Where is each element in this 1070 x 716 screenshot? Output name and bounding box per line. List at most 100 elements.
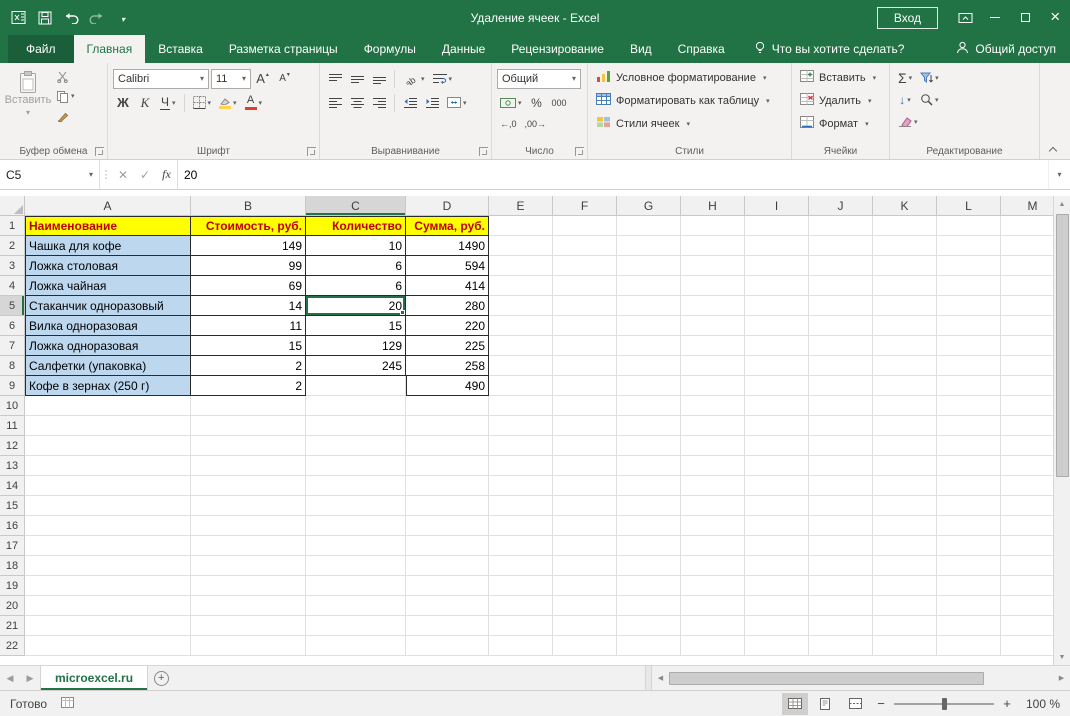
cell-G9[interactable] [617,376,681,396]
cell-G16[interactable] [617,516,681,536]
cell-L10[interactable] [937,396,1001,416]
cell-A20[interactable] [25,596,191,616]
cell-F6[interactable] [553,316,617,336]
collapse-ribbon-icon[interactable] [1046,143,1060,155]
sheet-nav-right-icon[interactable] [20,666,40,690]
vscroll-down-arrow-icon[interactable] [1054,649,1070,665]
cell-F1[interactable] [553,216,617,236]
cell-K15[interactable] [873,496,937,516]
row-header-12[interactable]: 12 [0,436,25,456]
vscroll-thumb[interactable] [1056,214,1069,477]
cell-I1[interactable] [745,216,809,236]
row-header-20[interactable]: 20 [0,596,25,616]
cell-A3[interactable]: Ложка столовая [25,256,191,276]
column-header-K[interactable]: K [873,196,937,216]
hscroll-right-arrow-icon[interactable] [1053,674,1070,682]
cell-L11[interactable] [937,416,1001,436]
cell-M5[interactable] [1001,296,1053,316]
cell-F15[interactable] [553,496,617,516]
cell-G7[interactable] [617,336,681,356]
cell-D11[interactable] [406,416,489,436]
cell-H15[interactable] [681,496,745,516]
cell-H4[interactable] [681,276,745,296]
cell-L22[interactable] [937,636,1001,656]
view-page-layout-icon[interactable] [812,693,838,715]
row-header-21[interactable]: 21 [0,616,25,636]
wrap-text-button[interactable] [430,68,456,89]
cell-J9[interactable] [809,376,873,396]
sort-filter-button[interactable] [917,67,942,88]
cell-M13[interactable] [1001,456,1053,476]
cell-K4[interactable] [873,276,937,296]
cell-F14[interactable] [553,476,617,496]
cell-K16[interactable] [873,516,937,536]
tab-6-Рецензирование[interactable]: Рецензирование [498,35,617,63]
clear-button[interactable] [895,111,921,132]
cell-D10[interactable] [406,396,489,416]
cell-A18[interactable] [25,556,191,576]
row-header-19[interactable]: 19 [0,576,25,596]
cell-L16[interactable] [937,516,1001,536]
column-header-C[interactable]: C [306,196,406,216]
cell-I8[interactable] [745,356,809,376]
row-header-3[interactable]: 3 [0,256,25,276]
tab-0-Файл[interactable]: Файл [8,35,74,63]
copy-icon[interactable] [53,86,78,106]
align-top-icon[interactable] [325,68,345,89]
cell-L7[interactable] [937,336,1001,356]
cell-F9[interactable] [553,376,617,396]
redo-icon[interactable] [84,5,110,31]
row-header-17[interactable]: 17 [0,536,25,556]
cell-I7[interactable] [745,336,809,356]
cell-G10[interactable] [617,396,681,416]
close-button[interactable] [1040,0,1070,35]
font-size-select[interactable]: 11 [211,69,251,89]
cell-B19[interactable] [191,576,306,596]
cell-J3[interactable] [809,256,873,276]
cell-K17[interactable] [873,536,937,556]
orientation-button[interactable]: ab [400,68,428,89]
cell-M14[interactable] [1001,476,1053,496]
formula-bar-expand-icon[interactable]: ▾ [1048,160,1070,189]
zoom-slider[interactable] [894,696,994,712]
cell-E2[interactable] [489,236,553,256]
align-right-icon[interactable] [369,92,389,113]
cell-B14[interactable] [191,476,306,496]
cell-B5[interactable]: 14 [191,296,306,316]
cell-I5[interactable] [745,296,809,316]
cell-B15[interactable] [191,496,306,516]
cell-D19[interactable] [406,576,489,596]
cell-I10[interactable] [745,396,809,416]
cell-A4[interactable]: Ложка чайная [25,276,191,296]
cell-H1[interactable] [681,216,745,236]
row-header-2[interactable]: 2 [0,236,25,256]
cell-M2[interactable] [1001,236,1053,256]
align-center-icon[interactable] [347,92,367,113]
cell-L3[interactable] [937,256,1001,276]
cell-M21[interactable] [1001,616,1053,636]
cell-C19[interactable] [306,576,406,596]
cell-D2[interactable]: 1490 [406,236,489,256]
cell-G5[interactable] [617,296,681,316]
cell-I14[interactable] [745,476,809,496]
cell-E1[interactable] [489,216,553,236]
cell-C14[interactable] [306,476,406,496]
zoom-in-icon[interactable] [998,696,1016,711]
tab-5-Данные[interactable]: Данные [429,35,498,63]
row-header-11[interactable]: 11 [0,416,25,436]
row-header-6[interactable]: 6 [0,316,25,336]
cell-J5[interactable] [809,296,873,316]
fill-color-button[interactable] [216,92,240,113]
row-header-22[interactable]: 22 [0,636,25,656]
cell-E6[interactable] [489,316,553,336]
cell-L1[interactable] [937,216,1001,236]
cell-I6[interactable] [745,316,809,336]
row-header-14[interactable]: 14 [0,476,25,496]
save-icon[interactable] [32,5,58,31]
cell-B9[interactable]: 2 [191,376,306,396]
cell-A10[interactable] [25,396,191,416]
tab-3-Разметка страницы[interactable]: Разметка страницы [216,35,351,63]
cell-G1[interactable] [617,216,681,236]
cell-B7[interactable]: 15 [191,336,306,356]
cell-F20[interactable] [553,596,617,616]
